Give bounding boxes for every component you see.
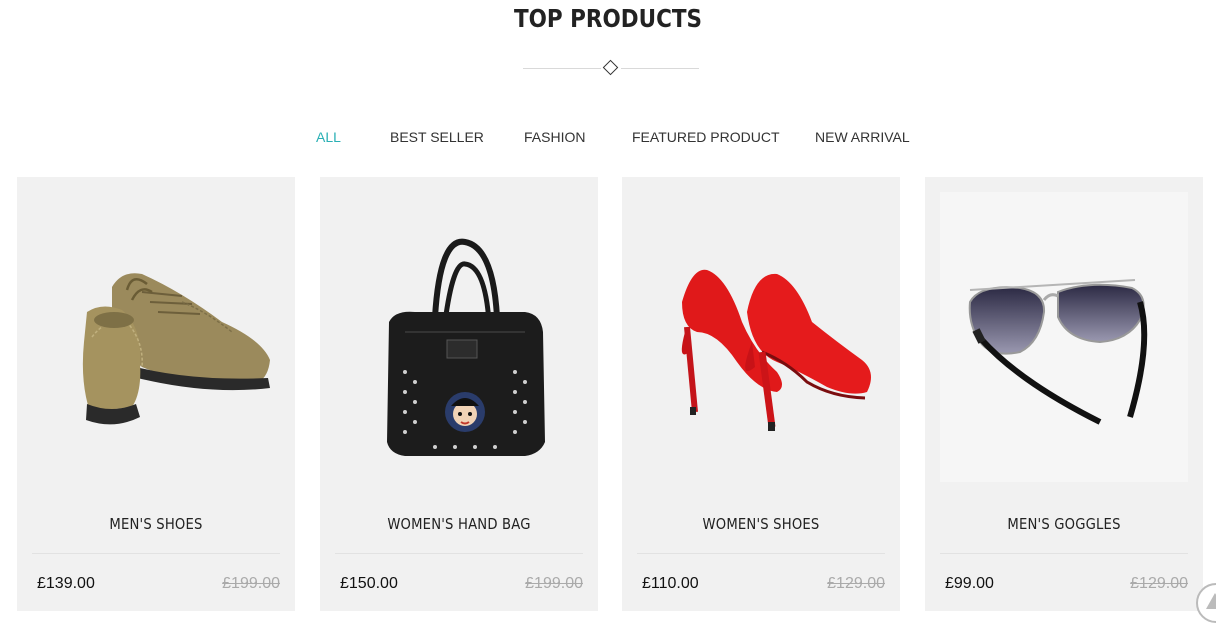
category-tabs: ALL BEST SELLER FASHION FEATURED PRODUCT…	[0, 129, 1216, 149]
product-price: £110.00	[642, 575, 699, 592]
card-divider	[335, 553, 583, 554]
product-old-price: £199.00	[222, 575, 280, 592]
handbag-image[interactable]	[335, 192, 583, 482]
product-card[interactable]: WOMEN'S SHOES £110.00 £129.00	[622, 177, 900, 611]
product-old-price: £129.00	[1130, 575, 1188, 592]
card-divider	[637, 553, 885, 554]
card-divider	[940, 553, 1188, 554]
product-card[interactable]: WOMEN'S HAND BAG £150.00 £199.00	[320, 177, 598, 611]
product-price: £139.00	[37, 575, 95, 592]
product-name[interactable]: MEN'S SHOES	[34, 515, 279, 533]
section-title: TOP PRODUCTS	[513, 4, 703, 33]
title-divider	[523, 59, 699, 78]
arrow-up-icon	[1206, 593, 1216, 609]
diamond-icon	[602, 59, 619, 76]
product-card[interactable]: MEN'S SHOES £139.00 £199.00	[17, 177, 295, 611]
tab-fashion[interactable]: FASHION	[524, 129, 585, 145]
product-old-price: £129.00	[827, 575, 885, 592]
sunglasses-image[interactable]	[940, 192, 1188, 482]
card-divider	[32, 553, 280, 554]
tab-all[interactable]: ALL	[316, 129, 341, 145]
womens-shoes-image[interactable]	[637, 192, 885, 482]
product-card[interactable]: MEN'S GOGGLES £99.00 £129.00	[925, 177, 1203, 611]
tab-best-seller[interactable]: BEST SELLER	[390, 129, 484, 145]
product-price: £99.00	[945, 575, 994, 592]
product-name[interactable]: WOMEN'S SHOES	[639, 515, 884, 533]
product-old-price: £199.00	[525, 575, 583, 592]
tab-new-arrival[interactable]: NEW ARRIVAL	[815, 129, 910, 145]
product-price: £150.00	[340, 575, 398, 592]
product-name[interactable]: WOMEN'S HAND BAG	[337, 515, 582, 533]
tab-featured-product[interactable]: FEATURED PRODUCT	[632, 129, 780, 145]
mens-shoes-image[interactable]	[32, 192, 280, 482]
product-name[interactable]: MEN'S GOGGLES	[942, 515, 1187, 533]
